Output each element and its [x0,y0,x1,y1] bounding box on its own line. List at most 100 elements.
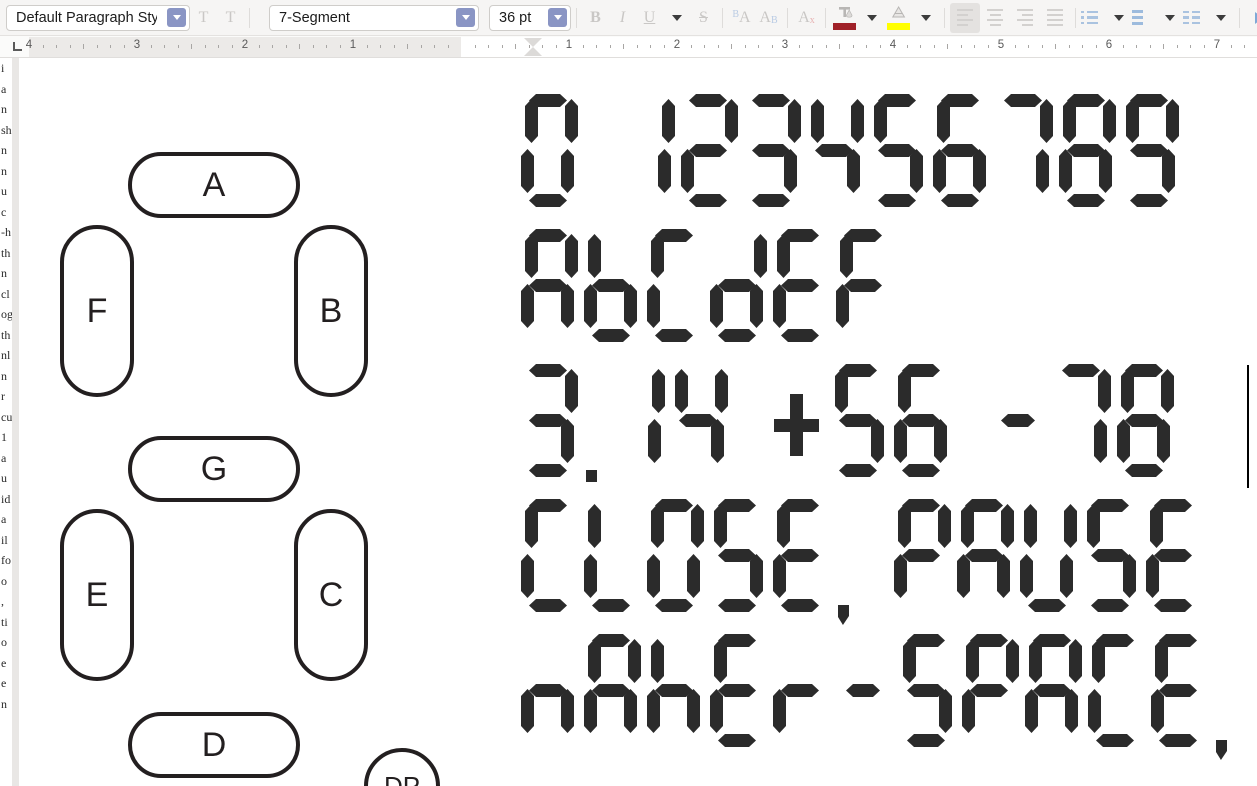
align-center-button[interactable] [980,3,1010,33]
segment-e [584,284,597,328]
align-justified-button[interactable] [1040,3,1070,33]
segment-e [1059,149,1072,193]
ordered-list-dropdown-button[interactable] [1157,5,1182,31]
seven-segment-glyph [582,358,606,492]
adjacent-page-fragment: i a n sh n n u c -h th n cl og th nl n r cu 1 a u id a il fo o, ti… [0,58,12,786]
segment-g [902,414,940,427]
ruler-tick [920,45,921,48]
underline-button[interactable]: U [637,5,662,31]
segment-b-label: B [319,291,343,330]
segment-a-label: A [202,165,226,204]
segment-c [561,284,574,328]
seven-segment-glyph [960,628,1023,762]
segment-d [1130,194,1168,207]
outline-list-button[interactable] [1183,5,1207,31]
seven-segment-glyph [582,223,645,357]
bold-button[interactable]: B [583,5,608,31]
segment-e [1146,554,1159,598]
font-color-button[interactable] [831,4,858,32]
ruler-tick [825,45,827,48]
seven-segment-glyph [645,223,708,357]
horizontal-ruler[interactable]: 4 3 2 1 1 2 3 4 5 6 7 [0,36,1257,58]
ruler-tick [947,44,948,49]
seven-segment-glyph [1149,628,1212,762]
decimal-point-glyph [586,470,597,482]
ruler-tick [326,45,327,48]
segment-g [941,144,979,157]
ruler-number: 6 [1105,39,1113,51]
segment-e [836,284,849,328]
seven-segment-glyph [582,628,645,762]
clone-formatting-button[interactable]: T [191,5,216,31]
ruler-number: 3 [133,39,141,51]
document-page[interactable]: A F B G E C D DP [19,58,1257,786]
segment-e [773,284,786,328]
ruler-tick [420,45,422,48]
segment-a [1004,94,1042,107]
font-name-combo[interactable]: 7-Segment [269,4,479,31]
segment-g-label: G [200,449,228,488]
ruler-tick [582,45,584,48]
toolbar-separator [825,7,826,28]
ruler-tick [798,45,800,48]
page-fragment-line: o [1,573,7,588]
seven-segment-glyph [519,493,582,627]
ordered-list-button[interactable] [1132,5,1156,31]
align-right-button[interactable] [1010,3,1040,33]
segment-g: G [128,436,300,502]
segment-c [648,419,661,463]
superscript-button[interactable]: B A [729,5,754,31]
document-canvas[interactable]: i a n sh n n u c -h th n cl og th nl n r cu 1 a u id a il fo o, ti… [0,58,1257,786]
font-size-combo[interactable]: 36 pt [489,4,571,31]
segment-c [561,149,574,193]
segment-f [1121,369,1134,413]
ruler-tick [488,45,489,48]
page-fragment-line: e [1,676,7,690]
italic-button[interactable]: I [610,5,635,31]
segment-c [939,689,952,733]
subscript-button[interactable]: A B [756,5,781,31]
segment-e [681,149,694,193]
segment-f [811,99,824,143]
chevron-down-icon[interactable] [167,8,186,27]
highlight-color-dropdown-button[interactable] [913,5,938,31]
ruler-number: 2 [673,39,681,51]
chevron-down-icon[interactable] [548,8,567,27]
font-name-value: 7-Segment [279,9,350,26]
ruler-tick [758,45,759,48]
segment-f [903,639,916,683]
chevron-down-icon[interactable] [456,8,475,27]
segment-e [1151,689,1164,733]
first-line-indent-marker[interactable] [524,38,542,56]
page-fragment-line: 1 [1,430,7,444]
segment-d [718,734,756,747]
paragraph-style-combo[interactable]: Default Paragraph Style [6,4,190,31]
seven-segment-glyph [708,493,771,627]
segment-d [902,464,940,477]
ruler-tick [434,45,435,48]
superscript-marker: B [732,8,740,20]
font-color-dropdown-button[interactable] [859,5,884,31]
seven-segment-glyph [955,358,989,492]
align-left-button[interactable] [950,2,980,33]
unordered-list-dropdown-button[interactable] [1106,5,1131,31]
segment-c [910,149,923,193]
segment-b [1098,369,1111,413]
highlight-icon [888,6,909,22]
seven-segment-glyph [829,358,892,492]
underline-dropdown-button[interactable] [664,5,689,31]
paragraph-style-value: Default Paragraph Style [16,9,157,26]
clear-formatting-button[interactable]: T [218,5,243,31]
segment-d-label: D [201,725,227,764]
segment-d: D [128,712,300,778]
unordered-list-button[interactable] [1081,5,1105,31]
segment-f [898,504,911,548]
ruler-number: 1 [349,39,357,51]
outline-list-dropdown-button[interactable] [1208,5,1233,31]
clear-direct-formatting-button[interactable]: A x [794,5,819,31]
highlight-color-button[interactable] [885,4,912,32]
strikethrough-button[interactable]: S [691,5,716,31]
toolbar-overflow-button[interactable] [1246,5,1257,31]
tab-stop-type-icon[interactable] [13,42,22,51]
page-fragment-line: sh [1,122,12,137]
